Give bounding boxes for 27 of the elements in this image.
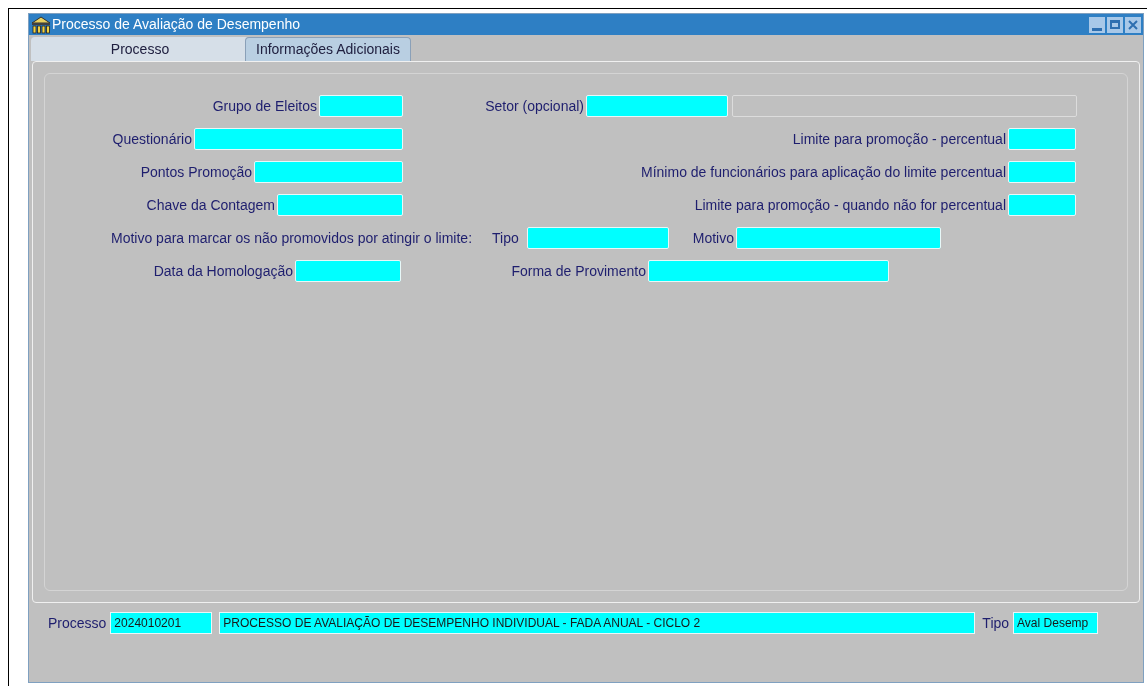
field-label: Limite para promoção - quando não for percentual [694, 195, 1006, 215]
minimize-button[interactable] [1089, 16, 1105, 33]
tab[interactable]: Informações Adicionais [245, 37, 411, 61]
input-field[interactable]: 2024010201 [110, 612, 213, 634]
field-label: Pontos Promoção [140, 162, 252, 182]
close-button[interactable] [1125, 16, 1141, 33]
section-label: Motivo para marcar os não promovidos por atingir o limite: [111, 228, 473, 248]
field-label: Tipo [492, 228, 519, 248]
input-field[interactable]: PROCESSO DE AVALIAÇÃO DE DESEMPENHO INDIVIDUAL - FADA ANUAL - CICLO 2 [219, 612, 976, 634]
field-label: Limite para promoção - percentual [792, 129, 1006, 149]
field-label: Mínimo de funcionários para aplicação do limite percentual [641, 162, 1006, 182]
input-field[interactable]: Aval Desemp [1013, 612, 1099, 634]
close-icon [1128, 19, 1138, 30]
maximize-button[interactable] [1107, 16, 1123, 33]
field-label: Chave da Contagem [146, 195, 275, 215]
field-label: Data da Homologação [153, 261, 293, 281]
field-label: Tipo [982, 613, 1010, 633]
window-title: Processo de Avaliação de Desempenho [52, 15, 300, 34]
maximize-icon [1110, 20, 1120, 29]
field-label: Questionário [112, 129, 192, 149]
minimize-icon [1092, 27, 1102, 31]
field-label: Processo [48, 613, 107, 633]
building-icon [31, 15, 51, 34]
field-label: Forma de Provimento [511, 261, 646, 281]
field-label: Grupo de Eleitos [212, 96, 317, 116]
field-label: Motivo [692, 228, 734, 248]
field-label: Setor (opcional) [485, 96, 584, 116]
